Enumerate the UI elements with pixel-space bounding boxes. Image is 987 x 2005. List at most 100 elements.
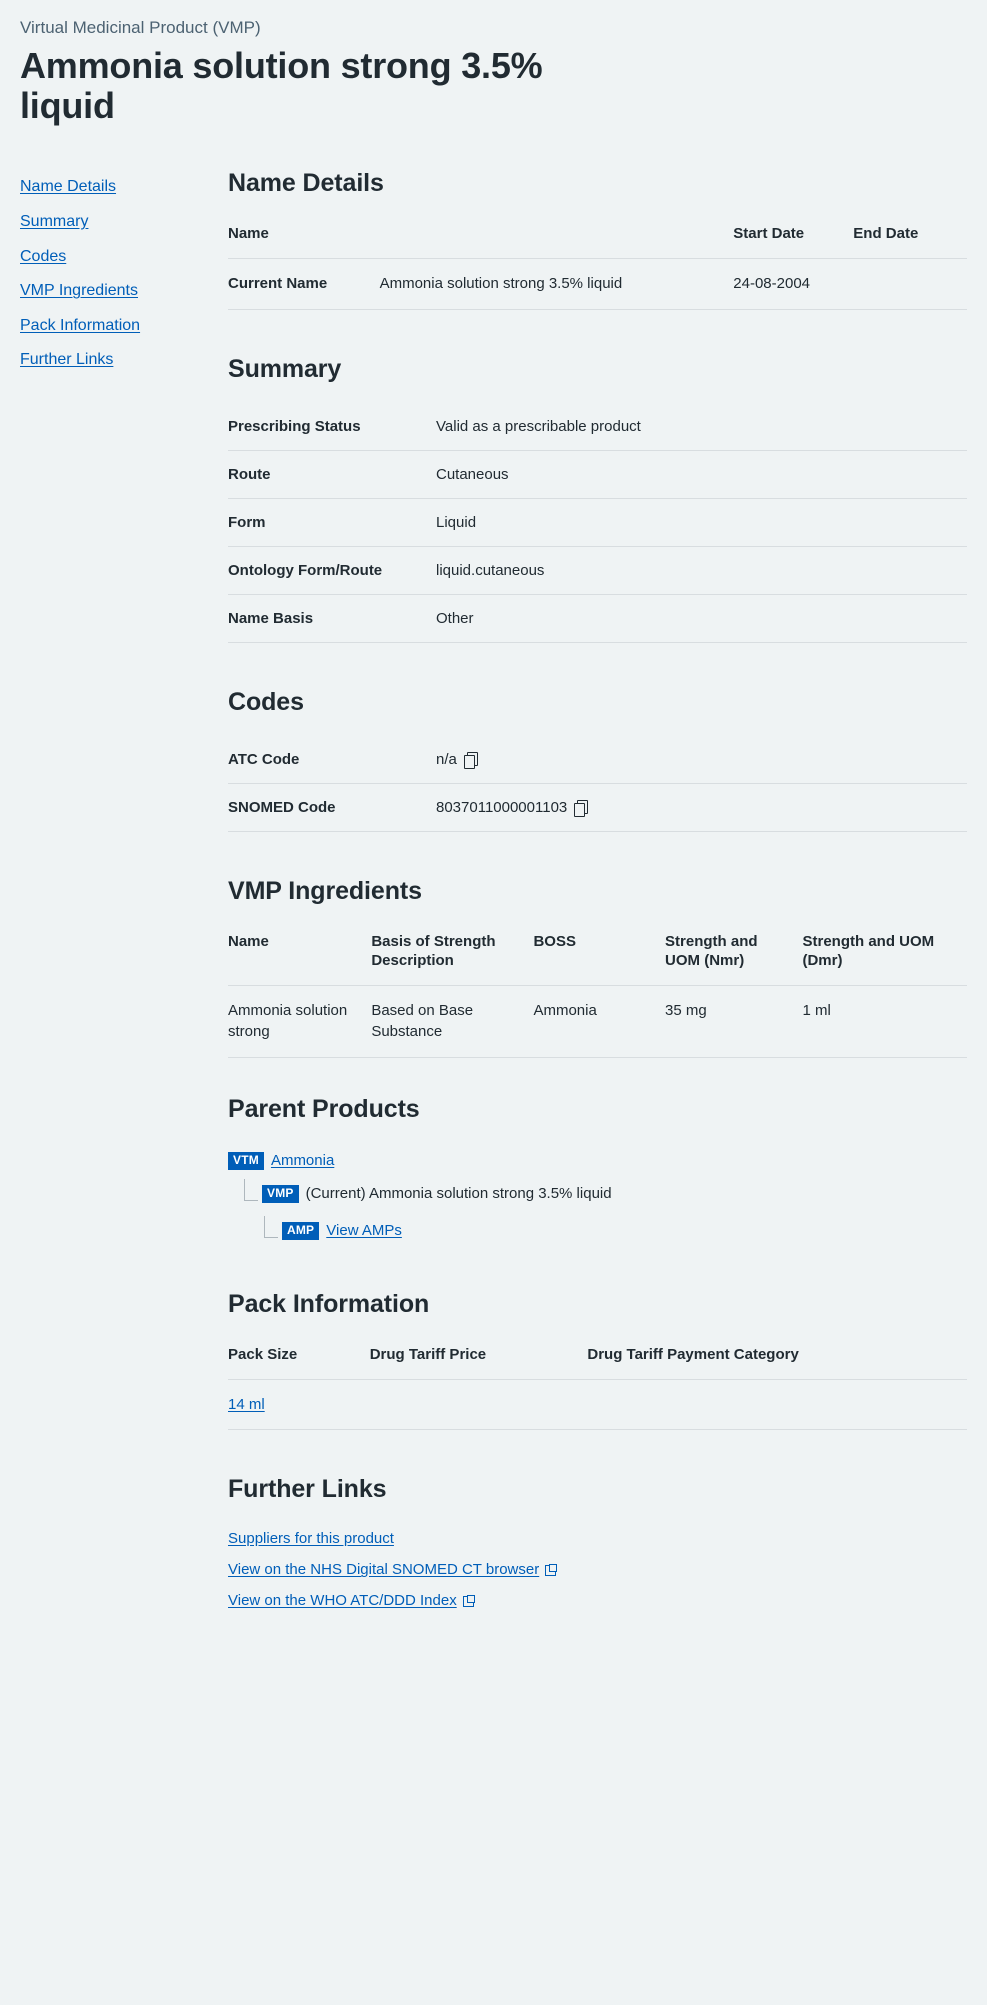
table-row: Form Liquid — [228, 498, 967, 547]
column-header-start-date: Start Date — [733, 224, 854, 259]
summary-heading: Summary — [228, 354, 342, 383]
section-vmp-ingredients: VMP Ingredients Name Basis of Strength D… — [228, 876, 967, 1059]
section-pack-information: Pack Information Pack Size Drug Tariff P… — [228, 1289, 967, 1431]
codes-key-snomed: SNOMED Code — [228, 783, 436, 832]
vmp-badge: VMP — [262, 1184, 299, 1203]
sidebar-item-vmp-ingredients[interactable]: VMP Ingredients — [20, 280, 138, 302]
pack-information-heading: Pack Information — [228, 1290, 430, 1319]
summary-key-name-basis: Name Basis — [228, 594, 436, 643]
vmp-ingredients-table: Name Basis of Strength Description BOSS … — [228, 931, 967, 1059]
link-who-atc-ddd-index[interactable]: View on the WHO ATC/DDD Index — [228, 1592, 475, 1609]
sidebar-item-pack-information[interactable]: Pack Information — [20, 315, 140, 337]
codes-value-atc-cell: n/a — [436, 742, 967, 784]
name-row-value: Ammonia solution strong 3.5% liquid — [379, 258, 734, 310]
summary-key-ontology-form-route: Ontology Form/Route — [228, 546, 436, 595]
column-header-spacer — [379, 224, 734, 259]
codes-value-atc: n/a — [436, 750, 457, 768]
summary-key-route: Route — [228, 450, 436, 499]
summary-value-ontology-form-route: liquid.cutaneous — [436, 546, 967, 595]
column-header-basis-of-strength-description: Basis of Strength Description — [371, 931, 534, 986]
tree-node-vtm-link[interactable]: Ammonia — [271, 1150, 334, 1171]
section-codes: Codes ATC Code n/a SNOMED Code 803701100… — [228, 687, 967, 832]
summary-value-form: Liquid — [436, 498, 967, 547]
table-header-row: Name Start Date End Date — [228, 224, 967, 259]
codes-value-snomed-cell: 8037011000001103 — [436, 783, 967, 832]
tree-elbow-icon — [264, 1216, 278, 1239]
table-row: Ammonia solution strong Based on Base Su… — [228, 985, 967, 1059]
pack-size-link[interactable]: 14 ml — [228, 1396, 265, 1413]
table-row: SNOMED Code 8037011000001103 — [228, 783, 967, 832]
amp-badge: AMP — [282, 1221, 320, 1240]
tree-node-vmp-label: (Current) Ammonia solution strong 3.5% l… — [305, 1185, 612, 1203]
parent-products-heading: Parent Products — [228, 1095, 420, 1124]
pack-information-table: Pack Size Drug Tariff Price Drug Tariff … — [228, 1345, 967, 1431]
section-summary: Summary Prescribing Status Valid as a pr… — [228, 354, 967, 643]
external-link-icon — [545, 1563, 558, 1576]
table-row: Route Cutaneous — [228, 450, 967, 499]
column-header-drug-tariff-price: Drug Tariff Price — [369, 1345, 588, 1380]
table-header-row: Name Basis of Strength Description BOSS … — [228, 931, 967, 986]
table-row: Ontology Form/Route liquid.cutaneous — [228, 546, 967, 595]
column-header-name: Name — [228, 224, 380, 259]
copy-icon[interactable] — [574, 799, 589, 817]
sidebar-item-name-details[interactable]: Name Details — [20, 176, 116, 198]
codes-value-snomed: 8037011000001103 — [436, 798, 568, 816]
summary-value-route: Cutaneous — [436, 450, 967, 499]
ingredient-strength-dmr: 1 ml — [802, 985, 967, 1059]
further-links-list: Suppliers for this product View on the N… — [228, 1530, 967, 1623]
external-link-icon — [462, 1594, 475, 1607]
further-links-heading: Further Links — [228, 1475, 387, 1504]
table-header-row: Pack Size Drug Tariff Price Drug Tariff … — [228, 1345, 967, 1380]
summary-key-form: Form — [228, 498, 436, 547]
table-row: Name Basis Other — [228, 594, 967, 643]
page-layout: Name Details Summary Codes VMP Ingredien… — [0, 126, 987, 1667]
drug-tariff-price-cell — [369, 1379, 588, 1431]
link-label: Suppliers for this product — [228, 1530, 394, 1548]
ingredient-name: Ammonia solution strong — [228, 985, 372, 1059]
link-label: View on the WHO ATC/DDD Index — [228, 1592, 457, 1610]
tree-elbow-icon — [244, 1179, 258, 1202]
summary-value-prescribing-status: Valid as a prescribable product — [436, 409, 967, 451]
vtm-badge: VTM — [228, 1151, 264, 1170]
summary-table: Prescribing Status Valid as a prescribab… — [228, 409, 967, 643]
section-nav: Name Details Summary Codes VMP Ingredien… — [20, 168, 210, 384]
summary-value-name-basis: Other — [436, 594, 967, 643]
column-header-name: Name — [228, 931, 372, 986]
drug-tariff-payment-category-cell — [587, 1379, 967, 1431]
ingredient-basis: Based on Base Substance — [371, 985, 534, 1059]
section-name-details: Name Details Name Start Date End Date Cu… — [228, 168, 967, 310]
link-nhs-digital-snomed-ct-browser[interactable]: View on the NHS Digital SNOMED CT browse… — [228, 1561, 558, 1579]
table-row: 14 ml — [228, 1379, 967, 1431]
product-type-label: Virtual Medicinal Product (VMP) — [20, 18, 261, 37]
section-parent-products: Parent Products VTM Ammonia VMP (Current… — [228, 1094, 967, 1245]
name-row-end-date — [853, 258, 967, 310]
link-label: View on the NHS Digital SNOMED CT browse… — [228, 1561, 540, 1579]
sidebar-item-further-links[interactable]: Further Links — [20, 349, 113, 371]
sidebar-item-codes[interactable]: Codes — [20, 246, 66, 268]
codes-key-atc: ATC Code — [228, 742, 436, 784]
page-header: Virtual Medicinal Product (VMP) Ammonia … — [0, 0, 987, 126]
ingredient-boss: Ammonia — [533, 985, 666, 1059]
section-further-links: Further Links Suppliers for this product… — [228, 1474, 967, 1623]
name-details-heading: Name Details — [228, 169, 384, 198]
tree-node-amp-link[interactable]: View AMPs — [326, 1220, 402, 1241]
table-row: Current Name Ammonia solution strong 3.5… — [228, 258, 967, 310]
sidebar-item-summary[interactable]: Summary — [20, 211, 88, 233]
pack-size-cell: 14 ml — [228, 1379, 370, 1431]
summary-key-prescribing-status: Prescribing Status — [228, 409, 436, 451]
tree-node-amp: AMP View AMPs — [228, 1216, 967, 1245]
column-header-strength-uom-nmr: Strength and UOM (Nmr) — [665, 931, 803, 986]
name-details-table: Name Start Date End Date Current Name Am… — [228, 224, 967, 310]
column-header-boss: BOSS — [533, 931, 666, 986]
column-header-end-date: End Date — [853, 224, 967, 259]
column-header-pack-size: Pack Size — [228, 1345, 370, 1380]
tree-node-vmp: VMP (Current) Ammonia solution strong 3.… — [228, 1179, 967, 1208]
tree-node-vtm: VTM Ammonia — [228, 1150, 967, 1171]
name-row-start-date: 24-08-2004 — [733, 258, 854, 310]
column-header-drug-tariff-payment-category: Drug Tariff Payment Category — [587, 1345, 967, 1380]
page-title: Ammonia solution strong 3.5% liquid — [20, 44, 543, 127]
copy-icon[interactable] — [463, 751, 478, 769]
link-suppliers-for-this-product[interactable]: Suppliers for this product — [228, 1530, 394, 1547]
vmp-detail-page: Virtual Medicinal Product (VMP) Ammonia … — [0, 0, 987, 2005]
ingredient-strength-nmr: 35 mg — [665, 985, 803, 1059]
